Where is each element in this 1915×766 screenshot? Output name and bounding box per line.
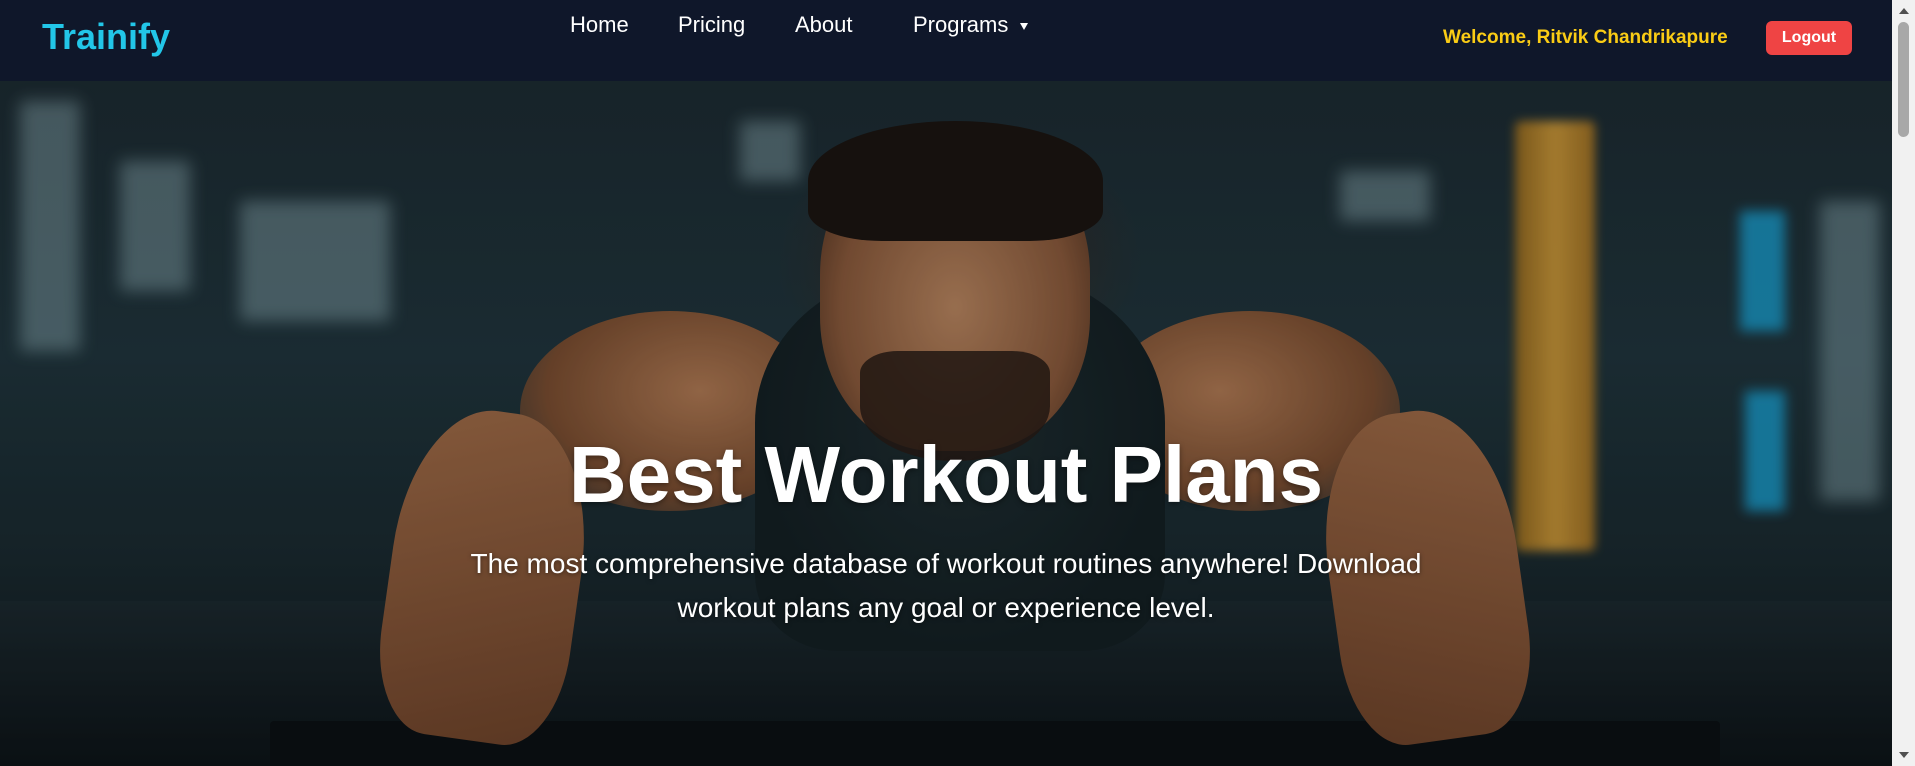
navbar: Trainify Home Pricing About Programs Wel…	[0, 0, 1892, 81]
page-scrollbar[interactable]	[1892, 0, 1915, 766]
hero-title: Best Workout Plans	[568, 430, 1324, 519]
page: Trainify Home Pricing About Programs Wel…	[0, 0, 1915, 766]
nav-link-home[interactable]: Home	[570, 12, 629, 38]
scroll-down-icon[interactable]	[1899, 752, 1909, 758]
nav-link-pricing[interactable]: Pricing	[678, 12, 745, 38]
logout-button[interactable]: Logout	[1766, 21, 1852, 55]
hero-subtitle: The most comprehensive database of worko…	[470, 548, 1422, 623]
caret-down-icon	[1020, 22, 1029, 30]
nav-dropdown-programs[interactable]: Programs	[913, 12, 1029, 38]
nav-link-about[interactable]: About	[795, 12, 853, 38]
welcome-message: Welcome, Ritvik Chandrikapure	[1443, 27, 1728, 48]
nav-dropdown-programs-label: Programs	[913, 12, 1009, 37]
hero-section: Best Workout Plans The most comprehensiv…	[0, 81, 1892, 766]
scroll-up-icon[interactable]	[1899, 8, 1909, 14]
scrollbar-thumb[interactable]	[1898, 22, 1909, 137]
brand-logo[interactable]: Trainify	[42, 16, 170, 58]
